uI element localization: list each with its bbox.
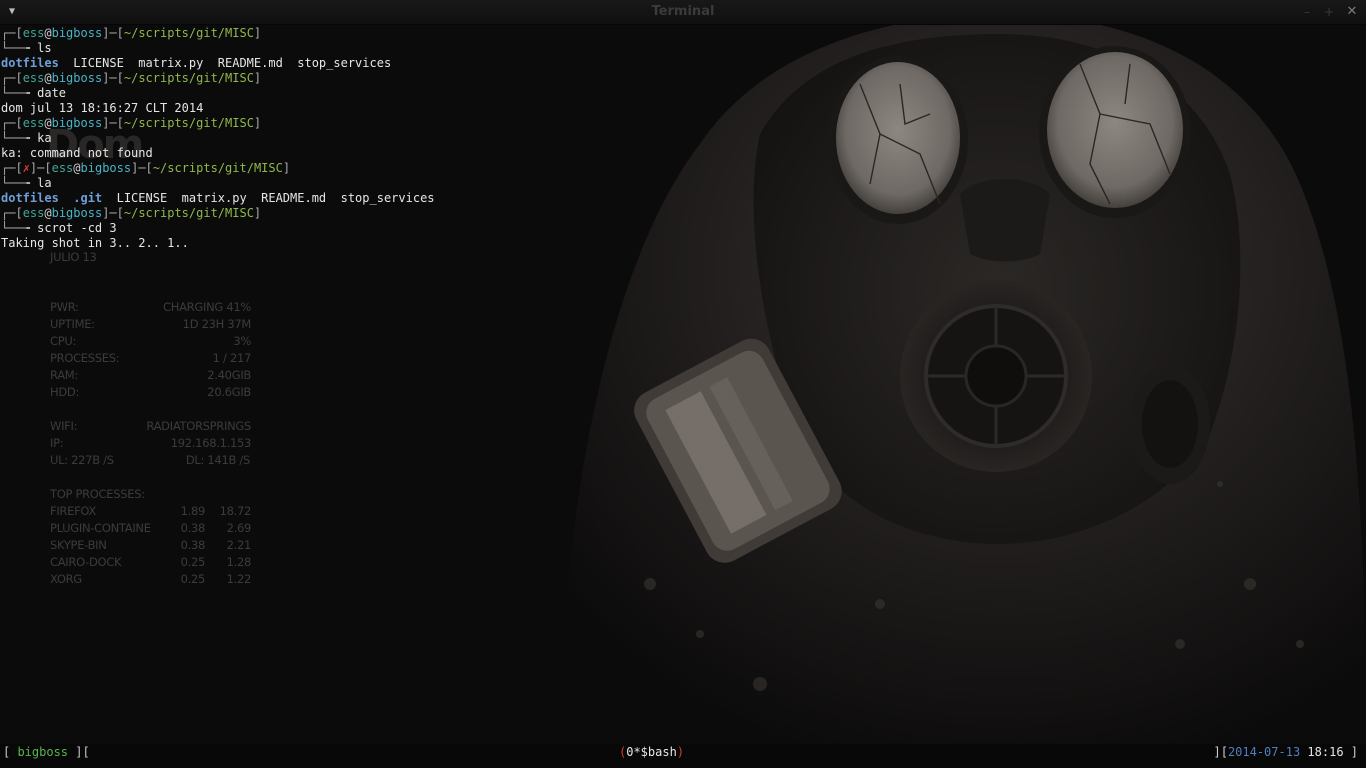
prompt-line: ┌─[✗]─[ess@bigboss]─[~/scripts/git/MISC] xyxy=(1,161,291,175)
error-mark-icon: ✗ xyxy=(22,161,30,175)
command-text: la xyxy=(37,176,52,190)
close-button[interactable]: ✕ xyxy=(1344,4,1360,20)
prompt-host: bigboss xyxy=(51,71,103,85)
prompt-user: ess xyxy=(22,71,45,85)
prompt-user: ess xyxy=(22,26,45,40)
file-entry: LICENSE xyxy=(116,191,168,205)
conky-row-traffic: UL: 227B /S DL: 141B /S xyxy=(50,453,250,467)
prompt-path: ~/scripts/git/MISC xyxy=(123,206,254,220)
file-entry: matrix.py xyxy=(138,56,204,70)
status-datetime: ][2014-07-13 18:16 ] xyxy=(1213,745,1358,759)
window-tab-bash[interactable]: 0*$bash xyxy=(626,745,677,759)
prompt-host: bigboss xyxy=(51,26,103,40)
output-text: dom jul 13 18:16:27 CLT 2014 xyxy=(1,101,204,115)
command-output: ka: command not found xyxy=(1,146,1361,161)
output-text: ka: command not found xyxy=(1,146,153,160)
command-output: dotfiles .git LICENSE matrix.py README.m… xyxy=(1,191,1361,206)
command-output: dom jul 13 18:16:27 CLT 2014 xyxy=(1,101,1361,116)
terminal-output[interactable]: ┌─[ess@bigboss]─[~/scripts/git/MISC] └──╼… xyxy=(1,26,1361,251)
command-line: └──╼ date xyxy=(1,86,67,100)
conky-row-ram: RAM: 2.40GIB xyxy=(50,368,251,382)
output-text: Taking shot in 3.. 2.. 1.. xyxy=(1,236,189,250)
file-entry: LICENSE xyxy=(73,56,124,70)
conky-row-wifi: WIFI: RADIATORSPRINGS xyxy=(50,419,251,433)
directory-entry: dotfiles xyxy=(1,191,59,205)
prompt-line: ┌─[ess@bigboss]─[~/scripts/git/MISC] xyxy=(1,71,262,85)
conky-row-hdd: HDD: 20.6GIB xyxy=(50,385,251,399)
prompt-line: ┌─[ess@bigboss]─[~/scripts/git/MISC] xyxy=(1,206,262,220)
status-session: [ bigboss ][ xyxy=(3,745,90,759)
status-window-list[interactable]: (0*$bash) xyxy=(619,744,684,760)
tmux-statusbar: [ bigboss ][ (0*$bash) ][2014-07-13 18:1… xyxy=(0,744,1366,768)
command-output: Taking shot in 3.. 2.. 1.. xyxy=(1,236,1361,251)
directory-entry: .git xyxy=(73,191,103,205)
command-text: ka xyxy=(37,131,52,145)
prompt-host: bigboss xyxy=(80,161,132,175)
command-line: └──╼ la xyxy=(1,176,52,190)
conky-row-processes: PROCESSES: 1 / 217 xyxy=(50,351,251,365)
prompt-line: ┌─[ess@bigboss]─[~/scripts/git/MISC] xyxy=(1,26,262,40)
file-entry: README.md xyxy=(261,191,327,205)
file-entry: stop_services xyxy=(297,56,392,70)
conky-row-ip: IP: 192.168.1.153 xyxy=(50,436,251,450)
maximize-button[interactable]: + xyxy=(1321,4,1337,20)
conky-top-row: FIREFOX 1.89 18.72 xyxy=(50,504,251,518)
command-line: └──╼ ls xyxy=(1,41,52,55)
command-text: scrot -cd 3 xyxy=(37,221,117,235)
file-entry: matrix.py xyxy=(181,191,247,205)
status-time: 18:16 xyxy=(1307,745,1344,759)
prompt-user: ess xyxy=(22,206,45,220)
file-entry: stop_services xyxy=(340,191,435,205)
conky-top-row: PLUGIN-CONTAINE 0.38 2.69 xyxy=(50,521,251,535)
conky-top-row: CAIRO-DOCK 0.25 1.28 xyxy=(50,555,251,569)
prompt-line: ┌─[ess@bigboss]─[~/scripts/git/MISC] xyxy=(1,116,262,130)
conky-row-uptime: UPTIME: 1D 23H 37M xyxy=(50,317,251,331)
command-line: └──╼ scrot -cd 3 xyxy=(1,221,117,235)
conky-date: JULIO 13 xyxy=(50,250,97,264)
window-titlebar[interactable]: ▼ Terminal – + ✕ xyxy=(0,0,1366,25)
command-text: ls xyxy=(37,41,52,55)
command-line: └──╼ ka xyxy=(1,131,52,145)
prompt-path: ~/scripts/git/MISC xyxy=(123,71,254,85)
conky-top-row: SKYPE-BIN 0.38 2.21 xyxy=(50,538,251,552)
window-title: Terminal xyxy=(651,4,715,19)
conky-row-cpu: CPU: 3% xyxy=(50,334,251,348)
conky-row-pwr: PWR: CHARGING 41% xyxy=(50,300,251,314)
prompt-host: bigboss xyxy=(51,116,103,130)
file-entry: README.md xyxy=(217,56,283,70)
status-date: 2014-07-13 xyxy=(1227,745,1301,759)
conky-top-row: XORG 0.25 1.22 xyxy=(50,572,251,586)
prompt-path: ~/scripts/git/MISC xyxy=(152,161,283,175)
session-name: bigboss xyxy=(17,745,69,759)
minimize-button[interactable]: – xyxy=(1299,4,1315,20)
conky-top-title: TOP PROCESSES: xyxy=(50,487,145,501)
prompt-host: bigboss xyxy=(51,206,103,220)
command-output: dotfiles LICENSE matrix.py README.md sto… xyxy=(1,56,1361,71)
directory-entry: dotfiles xyxy=(1,56,59,70)
prompt-path: ~/scripts/git/MISC xyxy=(123,116,254,130)
prompt-user: ess xyxy=(22,116,45,130)
prompt-user: ess xyxy=(51,161,74,175)
prompt-path: ~/scripts/git/MISC xyxy=(123,26,254,40)
command-text: date xyxy=(37,86,67,100)
screen: Dom JULIO 13 PWR: CHARGING 41% UPTIME: 1… xyxy=(0,0,1366,768)
